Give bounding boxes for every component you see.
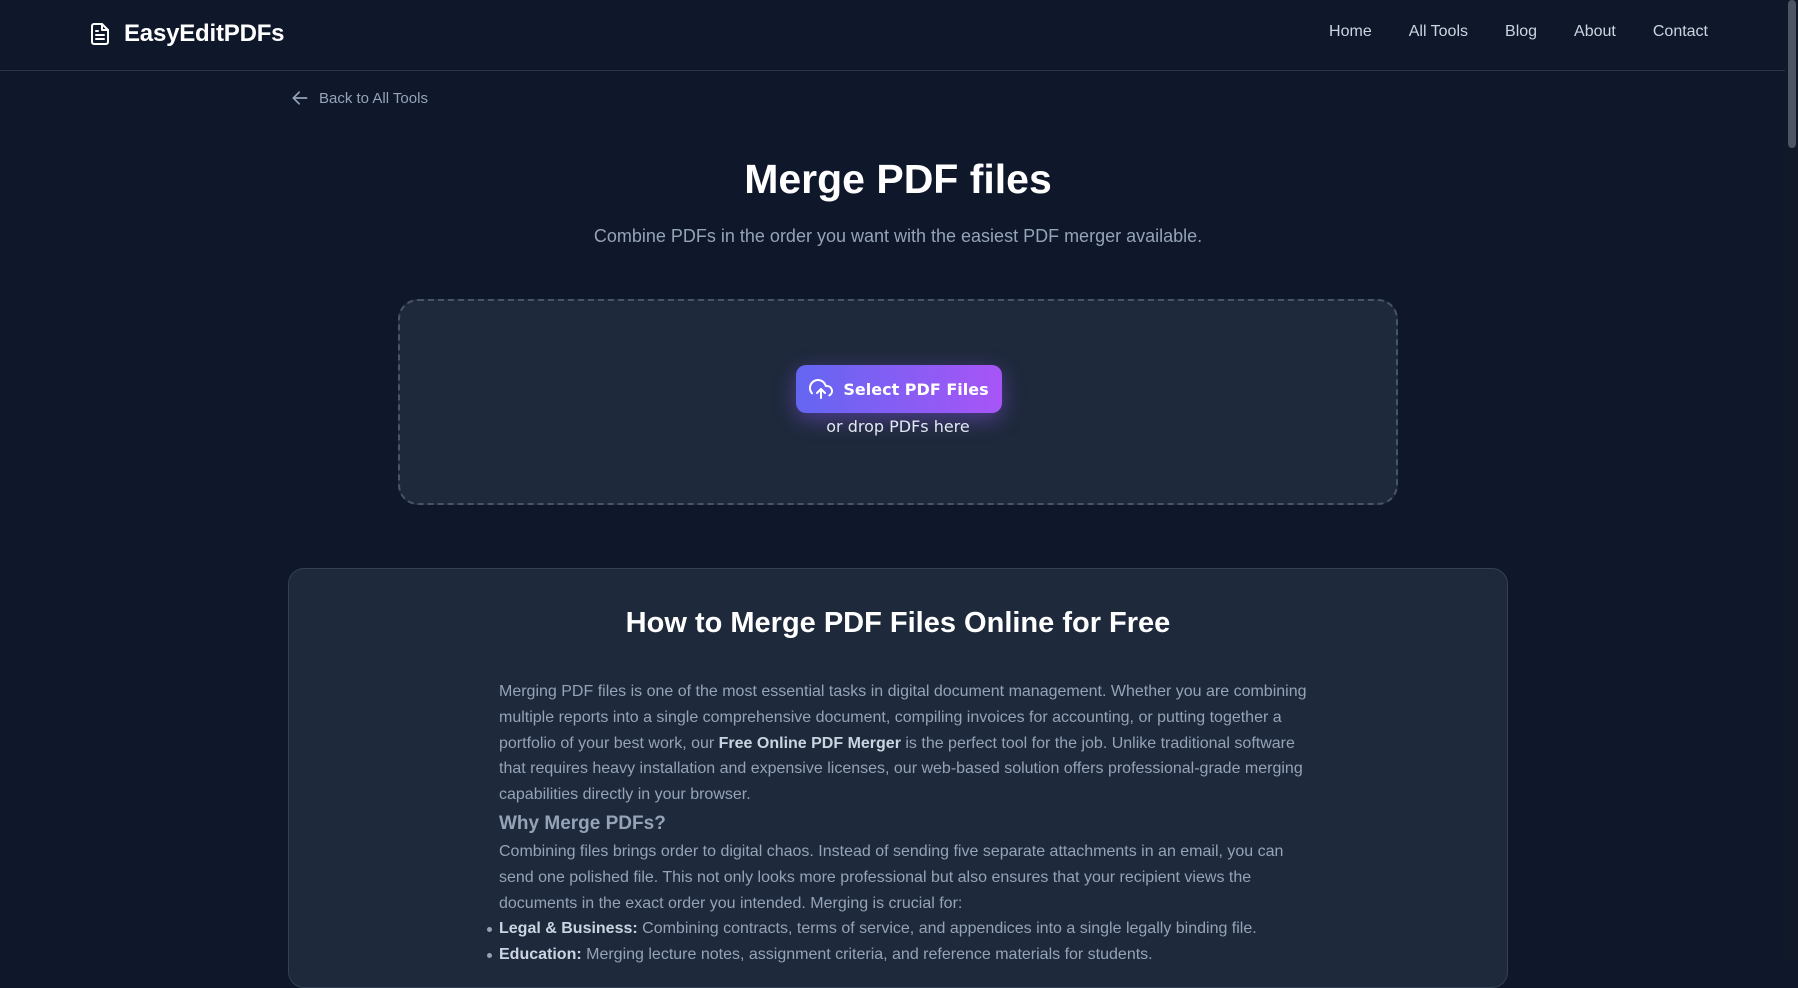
scrollbar-thumb[interactable]: [1788, 0, 1796, 148]
brand-name: EasyEditPDFs: [124, 20, 285, 47]
nav-blog[interactable]: Blog: [1505, 23, 1537, 41]
nav-home[interactable]: Home: [1329, 23, 1372, 41]
nav-all-tools[interactable]: All Tools: [1409, 23, 1468, 41]
cloud-upload-icon: [809, 379, 834, 399]
article-title: How to Merge PDF Files Online for Free: [625, 607, 1171, 639]
list-item-term: Legal & Business:: [499, 920, 638, 938]
why-merge-heading: Why Merge PDFs?: [499, 812, 666, 834]
page-title: Merge PDF files: [744, 156, 1052, 202]
nav-contact[interactable]: Contact: [1653, 23, 1708, 41]
why-merge-paragraph: Combining files brings order to digital …: [499, 842, 1284, 912]
select-pdf-files-button[interactable]: Select PDF Files: [796, 365, 1002, 413]
pdf-dropzone[interactable]: Select PDF Files or drop PDFs here: [398, 299, 1398, 505]
page-scrollbar[interactable]: [1785, 0, 1798, 959]
list-item: Legal & Business: Combining contracts, t…: [487, 916, 1319, 942]
intro-paragraph: Merging PDF files is one of the most ess…: [499, 679, 1319, 808]
how-to-card: How to Merge PDF Files Online for Free M…: [288, 568, 1508, 988]
list-item-term: Education:: [499, 946, 582, 964]
arrow-left-icon: [292, 91, 308, 105]
top-navbar: EasyEditPDFs Home All Tools Blog About C…: [0, 0, 1798, 71]
brand-logo[interactable]: EasyEditPDFs: [88, 20, 285, 48]
intro-bold-phrase: Free Online PDF Merger: [718, 734, 901, 752]
list-item: Education: Merging lecture notes, assign…: [487, 942, 1319, 968]
use-case-list: Legal & Business: Combining contracts, t…: [487, 916, 1319, 968]
back-to-all-tools-link[interactable]: Back to All Tools: [290, 88, 428, 108]
list-item-text: Combining contracts, terms of service, a…: [637, 920, 1257, 938]
main-nav: Home All Tools Blog About Contact: [1329, 23, 1708, 41]
select-pdf-files-label: Select PDF Files: [843, 379, 989, 399]
list-item-text: Merging lecture notes, assignment criter…: [581, 946, 1153, 964]
page-subtitle: Combine PDFs in the order you want with …: [593, 226, 1203, 246]
drop-hint: or drop PDFs here: [826, 417, 970, 436]
nav-about[interactable]: About: [1574, 23, 1616, 41]
article-body: Merging PDF files is one of the most ess…: [487, 679, 1319, 968]
document-icon: [91, 23, 109, 45]
back-link-label: Back to All Tools: [319, 89, 428, 107]
